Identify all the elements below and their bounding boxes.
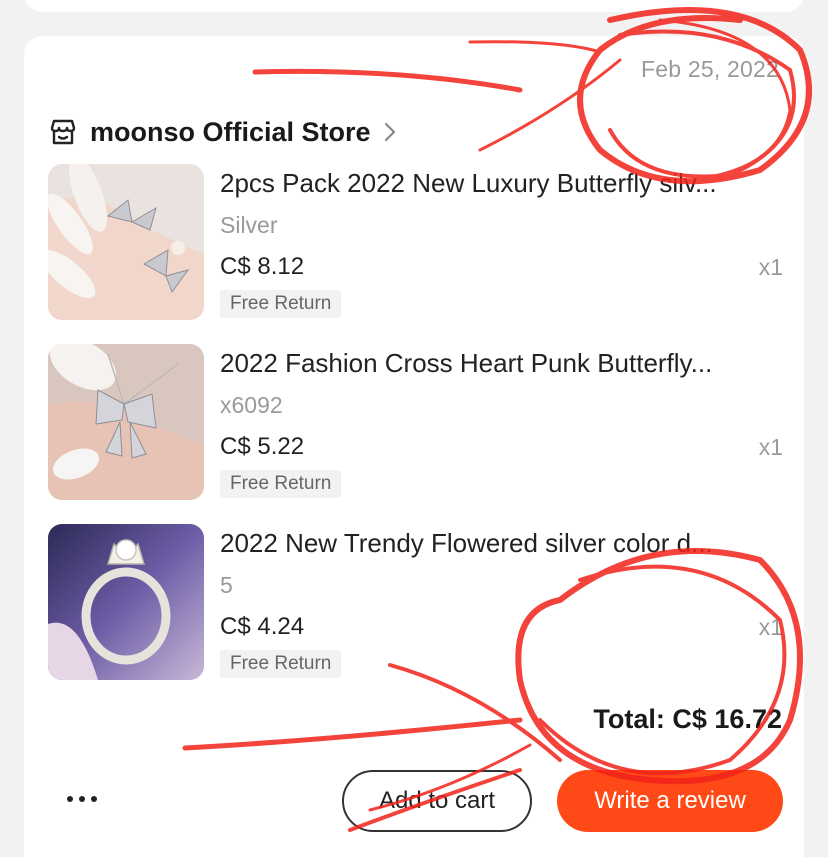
item-variant: 5 — [220, 572, 233, 598]
order-date: Feb 25, 2022 — [641, 56, 779, 82]
chevron-right-icon — [383, 121, 397, 143]
item-price: C$ 5.22 — [220, 433, 305, 460]
store-name[interactable]: moonso Official Store — [90, 117, 371, 148]
more-icon[interactable] — [62, 784, 102, 814]
item-quantity: x1 — [758, 614, 783, 640]
item-title[interactable]: 2pcs Pack 2022 New Luxury Butterfly silv… — [220, 166, 775, 200]
order-card: Feb 25, 2022 moonso Official Store 2pcs … — [24, 36, 804, 857]
order-item[interactable]: 2pcs Pack 2022 New Luxury Butterfly silv… — [48, 164, 783, 322]
item-quantity: x1 — [758, 254, 783, 280]
item-title[interactable]: 2022 Fashion Cross Heart Punk Butterfly.… — [220, 346, 775, 380]
item-price: C$ 4.24 — [220, 613, 305, 640]
item-title[interactable]: 2022 New Trendy Flowered silver color d.… — [220, 526, 775, 560]
order-item[interactable]: 2022 Fashion Cross Heart Punk Butterfly.… — [48, 344, 783, 502]
store-link[interactable]: moonso Official Store — [48, 114, 397, 150]
item-variant: x6092 — [220, 392, 283, 418]
store-icon — [48, 117, 78, 147]
product-image[interactable] — [48, 344, 204, 500]
item-quantity: x1 — [758, 434, 783, 460]
order-item[interactable]: 2022 New Trendy Flowered silver color d.… — [48, 524, 783, 682]
free-return-tag: Free Return — [220, 470, 342, 498]
free-return-tag: Free Return — [220, 290, 342, 318]
item-price: C$ 8.12 — [220, 253, 305, 280]
product-image[interactable] — [48, 524, 204, 680]
product-image[interactable] — [48, 164, 204, 320]
previous-order-card — [24, 0, 804, 12]
add-to-cart-button[interactable]: Add to cart — [342, 770, 532, 832]
write-review-button[interactable]: Write a review — [557, 770, 783, 832]
item-variant: Silver — [220, 212, 278, 238]
order-total: Total: C$ 16.72 — [593, 704, 782, 734]
free-return-tag: Free Return — [220, 650, 342, 678]
